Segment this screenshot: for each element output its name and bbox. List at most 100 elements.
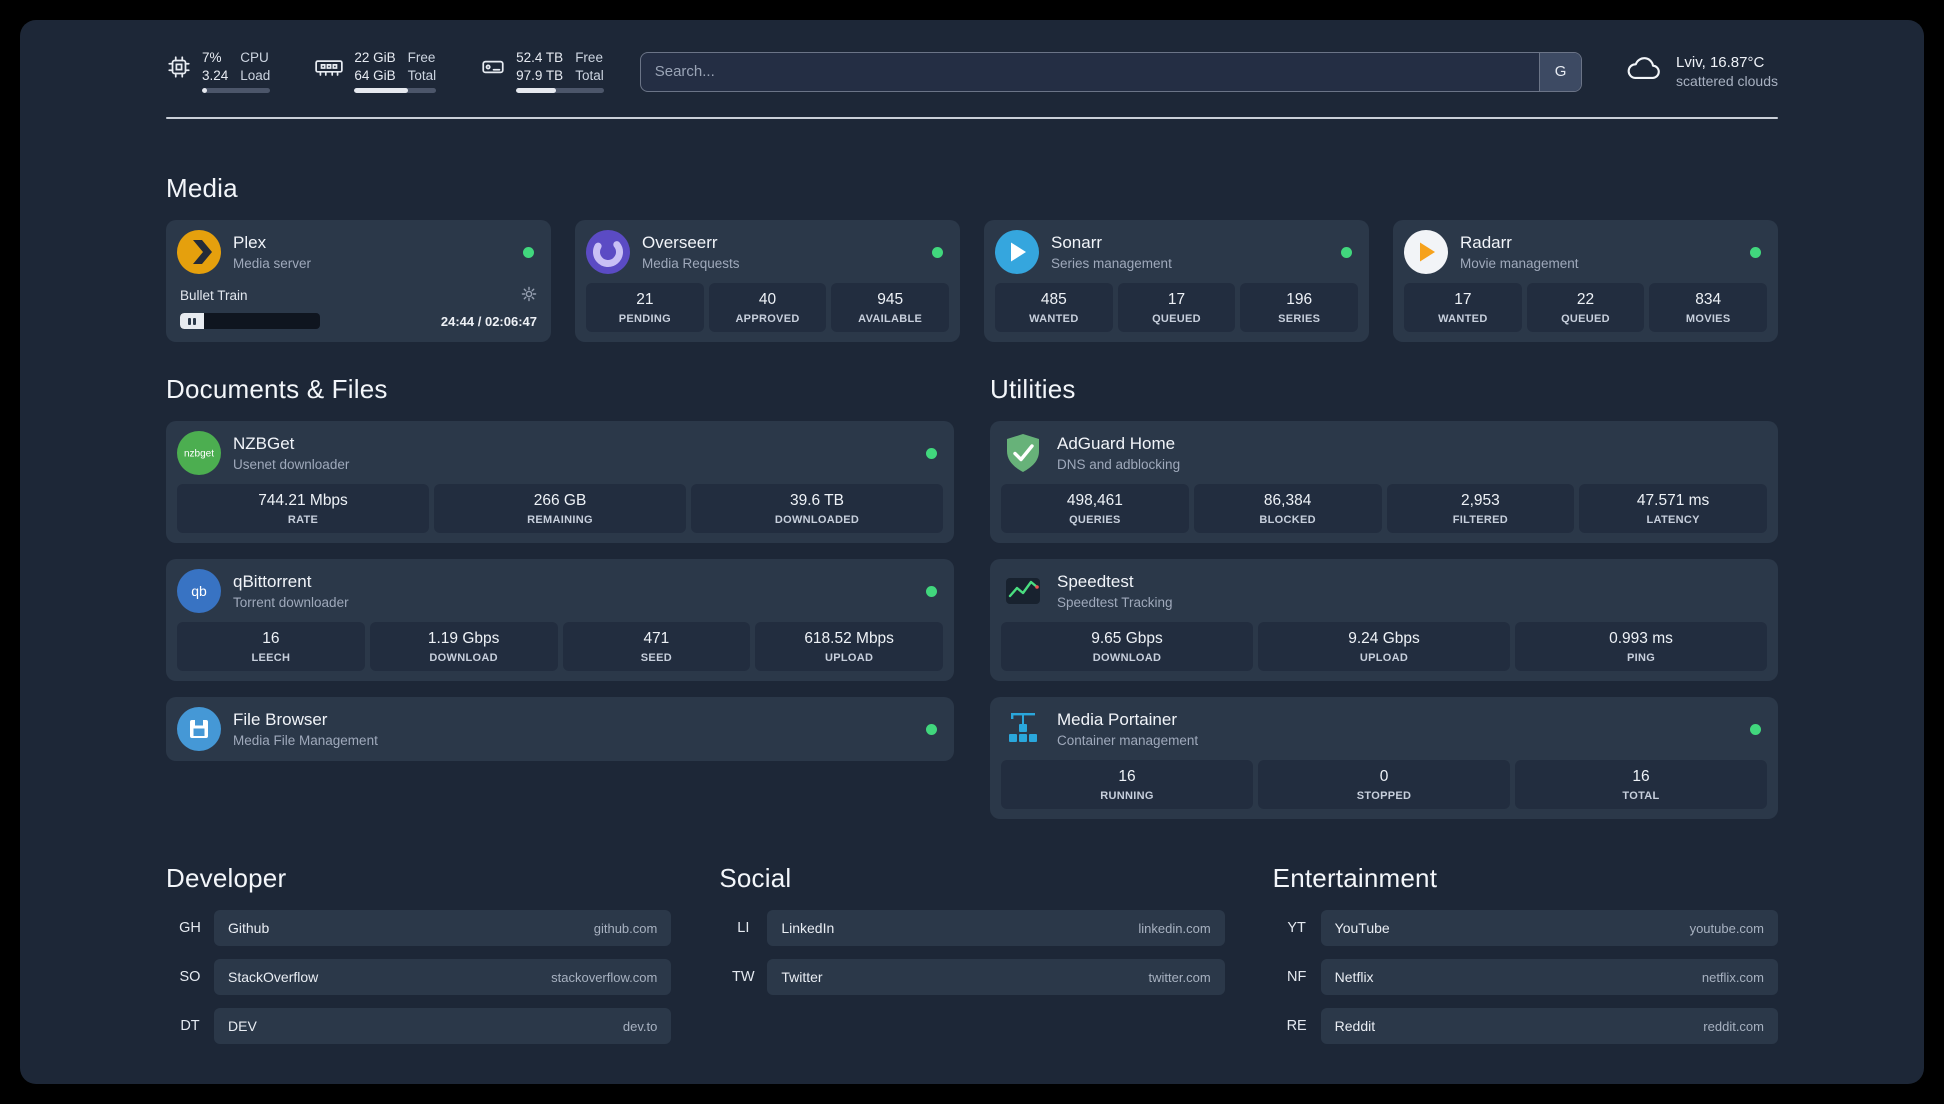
service-subtitle: Usenet downloader xyxy=(233,457,350,472)
service-card-plex[interactable]: Plex Media server Bullet Train 24:44 / 0… xyxy=(166,220,551,342)
stat-label: DOWNLOAD xyxy=(429,652,498,664)
media-grid: Plex Media server Bullet Train 24:44 / 0… xyxy=(166,220,1778,342)
disk-usage-bar xyxy=(516,88,604,93)
stat-value: 39.6 TB xyxy=(789,492,844,509)
search-provider-button[interactable]: G xyxy=(1539,52,1582,91)
stat-label: SEED xyxy=(640,652,672,664)
section-documents: Documents & Files nzbget NZBGet Usenet d… xyxy=(166,374,954,819)
svg-text:nzbget: nzbget xyxy=(184,449,214,460)
bookmark-abbr: YT xyxy=(1287,920,1306,936)
bookmark-linkedin[interactable]: LI LinkedIn linkedin.com xyxy=(719,910,1225,946)
section-title-social: Social xyxy=(719,863,792,893)
bookmark-name: Twitter xyxy=(781,969,823,985)
player-settings-gear-icon[interactable] xyxy=(521,286,537,305)
svg-text:qb: qb xyxy=(191,583,207,599)
sonarr-icon xyxy=(995,230,1039,274)
bookmark-abbr: DT xyxy=(180,1018,200,1034)
service-card-adguard-home[interactable]: AdGuard Home DNS and adblocking 498,461 … xyxy=(990,421,1778,543)
bookmark-abbr: GH xyxy=(179,920,201,936)
stat-value: 21 xyxy=(636,291,654,308)
service-name: qBittorrent xyxy=(233,572,312,591)
bookmark-url: linkedin.com xyxy=(1138,920,1211,936)
player-time: 24:44 / 02:06:47 xyxy=(440,313,537,329)
service-card-speedtest[interactable]: Speedtest Speedtest Tracking 9.65 Gbps D… xyxy=(990,559,1778,681)
stat-label: WANTED xyxy=(1438,313,1488,325)
bookmark-youtube[interactable]: YT YouTube youtube.com xyxy=(1273,910,1778,946)
bookmark-github[interactable]: GH Github github.com xyxy=(166,910,672,946)
stat-label: LEECH xyxy=(251,652,291,664)
bookmark-twitter[interactable]: TW Twitter twitter.com xyxy=(719,959,1225,995)
stat-value: 498,461 xyxy=(1066,492,1123,509)
stat-value: 16 xyxy=(1632,768,1650,785)
bookmark-dev[interactable]: DT DEV dev.to xyxy=(166,1008,672,1044)
section-title-documents: Documents & Files xyxy=(166,374,388,404)
service-card-filebrowser[interactable]: File Browser Media File Management xyxy=(166,697,954,761)
memory-icon xyxy=(314,50,344,85)
bookmark-url: dev.to xyxy=(622,1018,658,1034)
stat-value: 2,953 xyxy=(1460,492,1500,509)
stat-tile: 945 AVAILABLE xyxy=(831,283,950,332)
stat-tile: 471 SEED xyxy=(562,622,751,671)
status-dot xyxy=(1750,246,1761,258)
service-subtitle: Movie management xyxy=(1460,256,1579,271)
service-card-radarr[interactable]: Radarr Movie management 17 WANTED 22 QUE… xyxy=(1393,220,1778,342)
stat-tile: 17 QUEUED xyxy=(1117,283,1236,332)
section-title-utilities: Utilities xyxy=(990,374,1076,404)
service-name: Plex xyxy=(233,233,267,252)
search-input[interactable] xyxy=(639,51,1583,92)
stat-label: QUERIES xyxy=(1069,514,1121,526)
service-card-nzbget[interactable]: nzbget NZBGet Usenet downloader 744.21 M… xyxy=(166,421,954,543)
bookmarks: Developer GH Github github.com SO StackO… xyxy=(166,863,1778,1084)
stat-value: 1.19 Gbps xyxy=(427,630,500,647)
bookmark-url: reddit.com xyxy=(1703,1018,1764,1034)
player-progress-bar[interactable] xyxy=(180,313,320,329)
service-card-overseerr[interactable]: Overseerr Media Requests 21 PENDING 40 A… xyxy=(575,220,960,342)
portainer-icon xyxy=(1001,707,1045,751)
weather-location: Lviv, 16.87°C xyxy=(1676,54,1765,71)
memory-total-label: Total xyxy=(407,68,437,83)
disk-total-value: 97.9 TB xyxy=(516,68,564,83)
stat-label: PING xyxy=(1626,652,1656,664)
service-subtitle: Media File Management xyxy=(233,733,378,748)
stat-tile: 47.571 ms LATENCY xyxy=(1579,484,1767,533)
section-title-entertainment: Entertainment xyxy=(1272,863,1438,893)
radarr-icon xyxy=(1404,230,1448,274)
cpu-chip-icon xyxy=(166,50,192,85)
stat-tile: 17 WANTED xyxy=(1404,283,1522,332)
disk-free-label: Free xyxy=(575,50,603,65)
bookmark-netflix[interactable]: NF Netflix netflix.com xyxy=(1273,959,1778,995)
cpu-load-value: 3.24 xyxy=(202,68,229,83)
stat-value: 0 xyxy=(1379,768,1389,785)
stat-label: SERIES xyxy=(1278,313,1321,325)
bookmark-reddit[interactable]: RE Reddit reddit.com xyxy=(1273,1008,1778,1044)
bookmark-abbr: TW xyxy=(732,969,755,985)
section-title-media: Media xyxy=(166,173,238,203)
pause-icon[interactable] xyxy=(188,317,196,325)
service-card-qbittorrent[interactable]: qb qBittorrent Torrent downloader 16 LEE… xyxy=(166,559,954,681)
cpu-usage-label: CPU xyxy=(240,50,269,65)
bookmark-group-entertainment: Entertainment YT YouTube youtube.com NF … xyxy=(1273,863,1778,1057)
service-card-sonarr[interactable]: Sonarr Series management 485 WANTED 17 Q… xyxy=(984,220,1369,342)
service-name: AdGuard Home xyxy=(1057,434,1176,453)
stat-tile: 39.6 TB DOWNLOADED xyxy=(691,484,943,533)
disk-widget: 52.4 TB 97.9 TB Free Total xyxy=(480,50,604,93)
stat-value: 834 xyxy=(1695,291,1722,308)
service-card-portainer[interactable]: Media Portainer Container management 16 … xyxy=(990,697,1778,819)
stat-tile: 498,461 QUERIES xyxy=(1001,484,1189,533)
stat-value: 16 xyxy=(262,630,280,647)
memory-free-value: 22 GiB xyxy=(354,50,396,65)
service-subtitle: Container management xyxy=(1057,733,1199,748)
status-dot xyxy=(926,585,937,597)
status-dot xyxy=(523,246,534,258)
stat-value: 471 xyxy=(643,630,670,647)
stat-tile: 834 MOVIES xyxy=(1649,283,1768,332)
weather-widget[interactable]: Lviv, 16.87°C scattered clouds xyxy=(1624,54,1778,89)
dashboard-content: 7% 3.24 CPU Load 22 GiB 64 GiB Free Tota… xyxy=(166,20,1778,1084)
section-title-developer: Developer xyxy=(166,863,287,893)
stat-tile: 22 QUEUED xyxy=(1526,283,1645,332)
dashboard: 7% 3.24 CPU Load 22 GiB 64 GiB Free Tota… xyxy=(20,20,1924,1084)
bookmark-stackoverflow[interactable]: SO StackOverflow stackoverflow.com xyxy=(166,959,672,995)
bookmark-name: StackOverflow xyxy=(228,969,319,985)
stat-value: 86,384 xyxy=(1263,492,1312,509)
nzbget-icon: nzbget xyxy=(177,431,221,475)
